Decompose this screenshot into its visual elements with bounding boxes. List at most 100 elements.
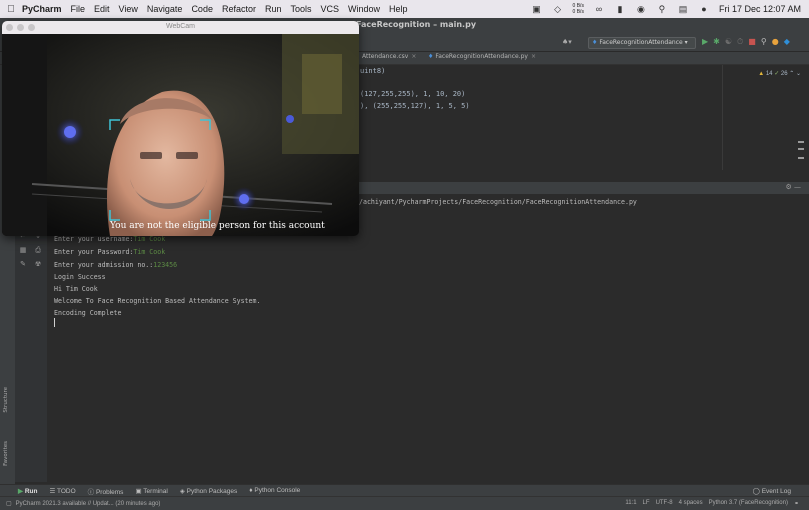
python-packages-tool-button[interactable]: ◈ Python Packages <box>180 487 237 495</box>
run-configuration-label: FaceRecognitionAttendance <box>599 39 683 46</box>
code-text: uint8) <box>360 67 386 75</box>
battery-icon[interactable]: ▮ <box>614 4 626 15</box>
menu-tools[interactable]: Tools <box>290 4 311 14</box>
run-toolbar-icons: ▶ ✱ ☯ ⏱ ■ ⚲ ● ◆ <box>702 37 790 47</box>
ok-count: 26 <box>780 71 788 77</box>
run-label: Run <box>24 487 38 495</box>
run-tool-button[interactable]: ▶ Run <box>18 487 37 495</box>
close-icon[interactable]: × <box>411 53 416 60</box>
console-line: Encoding Complete <box>54 309 122 317</box>
python-console-label: Python Console <box>254 487 301 494</box>
network-speed[interactable]: 0 B/s 0 B/s <box>573 3 584 15</box>
error-stripe-mark[interactable] <box>798 141 804 143</box>
indent-setting[interactable]: 4 spaces <box>679 500 703 507</box>
run-actions-gutter: ↩ ↧ ▦ ⎙ ✎ ☢ <box>15 194 47 482</box>
updates-icon[interactable]: ● <box>772 37 779 47</box>
console-line: Login Success <box>54 273 106 281</box>
python-interpreter[interactable]: Python 3.7 (FaceRecognition) <box>709 500 788 507</box>
menu-edit[interactable]: Edit <box>94 4 110 14</box>
problems-tool-button[interactable]: ⓘ Problems <box>88 486 124 496</box>
editor-right-margin <box>722 65 723 170</box>
console-text: Encoding Complete <box>54 309 122 317</box>
menu-help[interactable]: Help <box>389 4 408 14</box>
settings-gear-icon[interactable]: ⚙ — <box>785 183 801 191</box>
status-message[interactable]: PyCharm 2021.3 available // Updat... (20… <box>16 501 161 507</box>
python-icon: ♦ <box>249 487 253 494</box>
favorites-tool-button[interactable]: Favorites <box>3 441 9 466</box>
inspection-widget[interactable]: ▲ 14 ✓ 26 ⌃ ⌄ <box>758 70 801 77</box>
webcam-frame: You are not the eligible person for this… <box>2 34 359 236</box>
console-text: Login Success <box>54 273 106 281</box>
debug-icon[interactable]: ✱ <box>713 37 720 47</box>
error-stripe-mark[interactable] <box>798 148 804 150</box>
code-text: (127,255,255), 1, 10, 20) <box>360 90 466 98</box>
menu-run[interactable]: Run <box>265 4 282 14</box>
trash-icon[interactable]: ☢ <box>33 260 43 268</box>
tab-face-recognition-attendance[interactable]: ♦ FaceRecognitionAttendance.py × <box>428 53 536 60</box>
layout-icon[interactable]: ▦ <box>18 246 28 254</box>
link-icon[interactable]: ∞ <box>593 4 605 14</box>
menu-clock[interactable]: Fri 17 Dec 12:07 AM <box>719 4 801 14</box>
event-log-label: Event Log <box>761 487 791 495</box>
coverage-icon[interactable]: ☯ <box>725 37 732 47</box>
run-console[interactable]: /achiyant/PycharmProjects/FaceRecognitio… <box>47 194 809 482</box>
structure-tool-button[interactable]: Structure <box>3 387 9 413</box>
menu-navigate[interactable]: Navigate <box>147 4 183 14</box>
control-center-icon[interactable]: ▤ <box>677 4 689 15</box>
console-line: Enter your Password:Tim Cook <box>54 248 165 256</box>
menu-app-pycharm[interactable]: PyCharm <box>22 4 62 14</box>
spotlight-search-icon[interactable]: ⚲ <box>656 4 668 15</box>
apple-icon[interactable]:  <box>0 4 22 15</box>
info-icon: ⓘ <box>87 488 95 496</box>
menu-refactor[interactable]: Refactor <box>222 4 256 14</box>
lock-icon[interactable]: ⚭ <box>794 500 799 507</box>
status-square-icon[interactable]: ▢ <box>6 500 12 507</box>
console-text: Hi Tim Cook <box>54 285 98 293</box>
chevron-up-icon[interactable]: ⌃ <box>789 71 794 77</box>
event-log-tool-button[interactable]: ◯ Event Log <box>753 487 791 495</box>
run-icon: ▶ <box>18 487 23 495</box>
profile-icon[interactable]: ⏱ <box>737 37 743 47</box>
console-command-path: /achiyant/PycharmProjects/FaceRecognitio… <box>359 198 637 206</box>
python-console-tool-button[interactable]: ♦ Python Console <box>249 487 300 494</box>
webcam-title-bar[interactable]: WebCam <box>2 21 359 34</box>
pin-icon[interactable]: ✎ <box>18 260 28 268</box>
macos-menu-bar:  PyCharm File Edit View Navigate Code R… <box>0 0 809 18</box>
run-icon[interactable]: ▶ <box>702 37 708 47</box>
error-stripe-mark[interactable] <box>798 157 804 159</box>
code-line: ), (255,255,127), 1, 5, 5) <box>360 102 470 110</box>
console-text: Welcome To Face Recognition Based Attend… <box>54 297 261 305</box>
warning-icon: ▲ <box>758 71 765 77</box>
warning-count: 14 <box>765 71 773 77</box>
stop-icon[interactable]: ■ <box>748 37 756 47</box>
close-icon[interactable]: × <box>531 53 536 60</box>
todo-tool-button[interactable]: ☰ TODO <box>49 487 75 495</box>
code-line: (127,255,255), 1, 10, 20) <box>360 90 465 98</box>
todo-label: TODO <box>56 487 76 495</box>
menu-view[interactable]: View <box>119 4 138 14</box>
tab-attendance-csv[interactable]: Attendance.csv × <box>362 53 416 60</box>
webcam-window[interactable]: WebCam You are not the eligible person f… <box>2 21 359 236</box>
siri-icon[interactable]: ● <box>698 4 710 14</box>
console-prompt: Enter your admission no.: <box>54 261 154 269</box>
search-icon[interactable]: ⚲ <box>761 37 767 47</box>
line-separator[interactable]: LF <box>643 500 650 507</box>
vcs-user-icon[interactable]: ♠▾ <box>562 38 572 46</box>
file-encoding[interactable]: UTF-8 <box>656 500 673 507</box>
wifi-icon[interactable]: ◉ <box>635 4 647 15</box>
caret-position[interactable]: 11:1 <box>625 500 636 507</box>
menu-code[interactable]: Code <box>191 4 213 14</box>
run-configuration-select[interactable]: ♦ FaceRecognitionAttendance ▾ <box>588 37 696 49</box>
menu-file[interactable]: File <box>71 4 86 14</box>
tool-window-bar: ▶ Run ☰ TODO ⓘ Problems ▣ Terminal ◈ Pyt… <box>0 484 809 496</box>
console-prompt: Enter your Password: <box>54 248 134 256</box>
menu-vcs[interactable]: VCS <box>321 4 340 14</box>
chevron-down-icon[interactable]: ⌄ <box>796 71 801 77</box>
jetbrains-icon[interactable]: ◆ <box>784 37 790 47</box>
terminal-tool-button[interactable]: ▣ Terminal <box>135 487 167 495</box>
print-icon[interactable]: ⎙ <box>33 246 43 255</box>
webcam-warning-caption: You are not the eligible person for this… <box>110 221 325 231</box>
monitor-icon[interactable]: ▣ <box>531 4 543 15</box>
menu-window[interactable]: Window <box>348 4 380 14</box>
dropbox-icon[interactable]: ◇ <box>552 4 564 15</box>
